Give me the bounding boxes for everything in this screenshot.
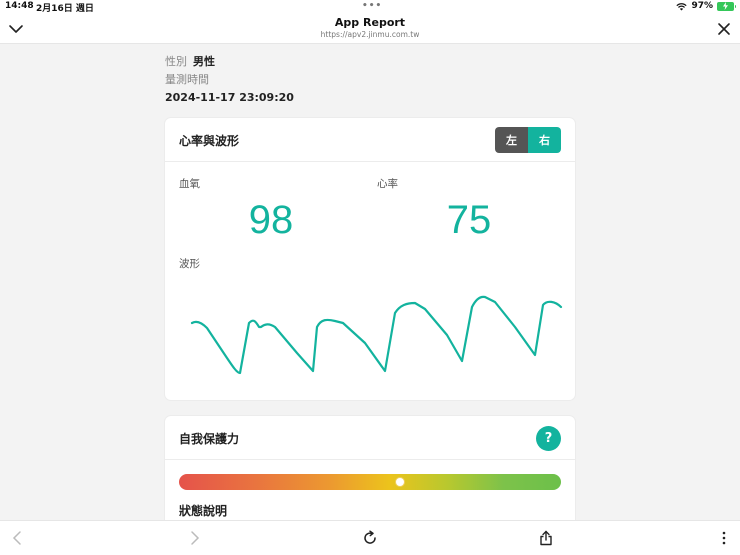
forward-icon[interactable]	[186, 530, 202, 546]
status-bar: 14:48 2月16日 週日 ••• 97%	[0, 0, 740, 14]
pulse-waveform	[190, 295, 563, 375]
level-marker	[394, 477, 405, 487]
self-protection-card: 自我保護力 ? 狀態說明	[165, 416, 575, 526]
heart-rate-value: 75	[446, 198, 492, 242]
card-header: 自我保護力 ?	[165, 416, 575, 460]
back-icon[interactable]	[10, 530, 26, 546]
heart-rate-label: 心率	[377, 178, 398, 190]
gender-label: 性別	[165, 55, 187, 68]
bottom-toolbar	[0, 520, 740, 555]
measurement-info: 性別 男性 量測時間 2024-11-17 23:09:20	[165, 53, 575, 107]
reload-icon[interactable]	[362, 530, 378, 546]
gender-row: 性別 男性	[165, 53, 575, 71]
share-icon[interactable]	[538, 530, 554, 546]
heart-rate-card: 心率與波形 左 右 血氧 98 心率 75 波形	[165, 118, 575, 400]
measure-time-value: 2024-11-17 23:09:20	[165, 91, 294, 104]
more-icon[interactable]	[716, 530, 732, 546]
protection-gradient-bar	[179, 474, 561, 490]
gender-value: 男性	[193, 55, 215, 68]
measure-time-label: 量測時間	[165, 73, 209, 86]
spo2-label: 血氧	[179, 178, 200, 190]
waveform-label: 波形	[179, 258, 200, 270]
page-title: App Report	[334, 16, 406, 29]
status-right: 97%	[676, 1, 736, 11]
spo2-value: 98	[248, 198, 294, 242]
hand-toggle: 左 右	[495, 127, 561, 153]
toggle-left[interactable]: 左	[495, 127, 528, 153]
card-header: 心率與波形 左 右	[165, 118, 575, 162]
card-title: 自我保護力	[179, 432, 240, 446]
charging-bolt-icon	[723, 2, 728, 10]
multitask-dots-icon[interactable]: •••	[362, 1, 382, 11]
status-time: 14:48	[5, 1, 34, 11]
battery-percent: 97%	[691, 1, 713, 11]
help-button[interactable]: ?	[536, 426, 561, 451]
battery-icon	[717, 1, 736, 11]
status-date: 2月16日 週日	[36, 4, 94, 14]
wifi-icon	[676, 2, 688, 11]
question-icon: ?	[544, 431, 553, 446]
card-title: 心率與波形	[179, 134, 240, 148]
nav-header: App Report https://apv2.jinmu.com.tw	[0, 14, 740, 44]
status-description-title: 狀態說明	[179, 504, 228, 518]
waveform-line	[190, 295, 563, 375]
page-url: https://apv2.jinmu.com.tw	[320, 30, 420, 39]
toggle-right[interactable]: 右	[528, 127, 561, 153]
close-icon[interactable]	[715, 20, 733, 38]
